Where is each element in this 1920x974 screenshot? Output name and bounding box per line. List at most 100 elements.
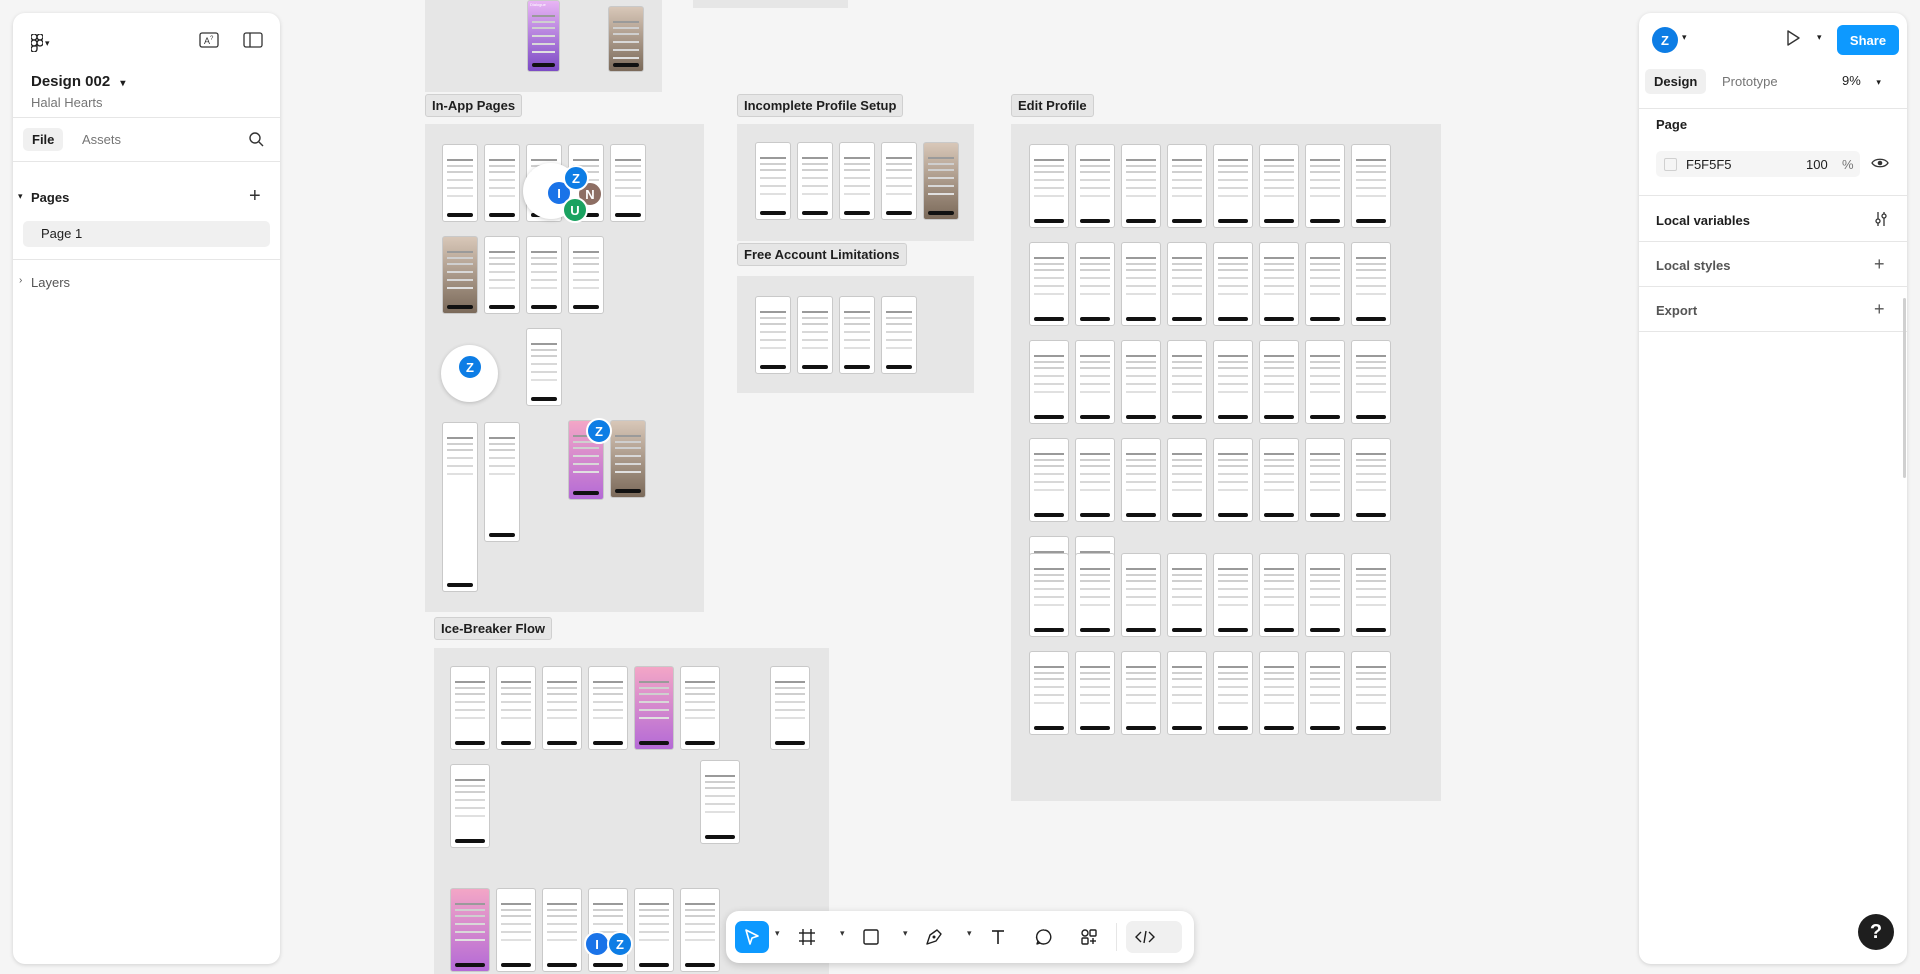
move-tool[interactable] — [735, 921, 769, 953]
help-button[interactable]: ? — [1858, 914, 1894, 950]
main-menu-button[interactable]: ▾ — [31, 31, 61, 55]
collaborator-avatar[interactable]: U — [562, 197, 588, 223]
search-button[interactable] — [243, 128, 269, 150]
variables-button[interactable] — [1873, 211, 1889, 232]
pen-tool[interactable] — [917, 921, 951, 953]
screen-frame[interactable] — [1121, 651, 1161, 735]
chevron-down-icon[interactable]: ▾ — [775, 928, 780, 939]
screen-frame[interactable] — [526, 236, 562, 314]
screen-frame[interactable] — [1167, 553, 1207, 637]
screen-frame[interactable] — [1029, 144, 1069, 228]
layers-title[interactable]: Layers — [31, 275, 70, 290]
screen-frame[interactable] — [450, 764, 490, 848]
screen-frame[interactable] — [1167, 242, 1207, 326]
screen-frame[interactable] — [1305, 651, 1345, 735]
opacity-input[interactable]: 100 — [1806, 157, 1828, 172]
screen-frame[interactable] — [1029, 340, 1069, 424]
text-tool[interactable] — [981, 921, 1015, 953]
screen-frame[interactable] — [770, 666, 810, 750]
screen-frame[interactable] — [1259, 438, 1299, 522]
color-hex-input[interactable]: F5F5F5 — [1686, 157, 1732, 172]
screen-frame[interactable] — [526, 328, 562, 406]
tab-design[interactable]: Design — [1645, 69, 1707, 94]
screen-frame[interactable] — [1259, 340, 1299, 424]
shape-tool[interactable] — [854, 921, 888, 953]
section-top-partial-2[interactable] — [693, 0, 848, 8]
screen-frame[interactable] — [1351, 438, 1391, 522]
share-button[interactable]: Share — [1837, 25, 1899, 55]
screen-frame[interactable] — [496, 666, 536, 750]
screen-frame[interactable] — [797, 296, 833, 374]
screen-frame[interactable] — [442, 422, 478, 592]
add-style-button[interactable]: + — [1874, 255, 1885, 273]
screen-frame[interactable] — [1167, 438, 1207, 522]
chevron-down-icon[interactable]: ▾ — [903, 928, 908, 939]
screen-frame[interactable] — [1305, 553, 1345, 637]
screen-frame[interactable] — [1213, 651, 1253, 735]
screen-frame[interactable] — [1305, 144, 1345, 228]
screen-frame[interactable] — [1029, 553, 1069, 637]
section-label[interactable]: Free Account Limitations — [737, 243, 907, 266]
screen-frame[interactable] — [496, 888, 536, 972]
local-variables-title[interactable]: Local variables — [1656, 213, 1750, 228]
screen-frame[interactable] — [1121, 438, 1161, 522]
zoom-dropdown[interactable]: 9% ▾ — [1842, 73, 1881, 88]
visibility-toggle[interactable] — [1871, 156, 1889, 175]
screen-frame[interactable] — [1259, 553, 1299, 637]
chevron-down-icon[interactable]: ▾ — [18, 191, 23, 202]
screen-frame[interactable] — [881, 142, 917, 220]
tab-assets[interactable]: Assets — [73, 128, 130, 151]
toggle-sidebar-button[interactable] — [240, 29, 266, 51]
screen-frame[interactable] — [1305, 340, 1345, 424]
screen-frame[interactable] — [1259, 242, 1299, 326]
screen-frame[interactable] — [1075, 651, 1115, 735]
screen-frame[interactable] — [1213, 242, 1253, 326]
screen-frame[interactable] — [542, 666, 582, 750]
screen-frame[interactable] — [680, 888, 720, 972]
add-page-button[interactable]: + — [249, 185, 261, 208]
screen-frame[interactable] — [588, 666, 628, 750]
section-label[interactable]: In-App Pages — [425, 94, 523, 117]
chevron-down-icon[interactable]: ▾ — [1682, 32, 1687, 43]
screen-frame[interactable] — [1259, 144, 1299, 228]
screen-frame[interactable] — [1259, 651, 1299, 735]
screen-frame[interactable] — [1075, 340, 1115, 424]
screen-frame[interactable] — [484, 144, 520, 222]
screen-frame[interactable] — [1351, 144, 1391, 228]
screen-frame[interactable] — [1121, 340, 1161, 424]
screen-frame[interactable] — [1305, 438, 1345, 522]
file-name-button[interactable]: Design 002 ▾ — [31, 73, 125, 90]
comment-tool[interactable] — [1027, 921, 1061, 953]
screen-frame[interactable] — [484, 236, 520, 314]
screen-frame[interactable] — [1213, 340, 1253, 424]
ai-text-button[interactable]: A ? — [196, 29, 222, 51]
pages-title[interactable]: Pages — [31, 190, 69, 205]
present-button[interactable] — [1785, 29, 1801, 52]
project-name[interactable]: Halal Hearts — [31, 95, 103, 110]
screen-frame[interactable] — [797, 142, 833, 220]
screen-frame[interactable] — [700, 760, 740, 844]
collaborator-avatar[interactable]: Z — [607, 931, 633, 957]
screen-frame[interactable] — [1075, 242, 1115, 326]
frame-tool[interactable] — [790, 921, 824, 953]
screen-frame[interactable] — [634, 666, 674, 750]
add-export-button[interactable]: + — [1874, 300, 1885, 318]
screen-frame[interactable] — [1167, 144, 1207, 228]
screen-frame[interactable] — [1075, 438, 1115, 522]
section-label[interactable]: Incomplete Profile Setup — [737, 94, 904, 117]
chevron-down-icon[interactable]: ▾ — [1817, 32, 1822, 43]
screen-frame[interactable] — [1075, 553, 1115, 637]
design-canvas[interactable]: Dialogue In-App Pages Z I N U Z Z Incomp… — [0, 0, 1920, 974]
scrollbar[interactable] — [1903, 298, 1906, 478]
screen-frame[interactable] — [1121, 553, 1161, 637]
chevron-down-icon[interactable]: ▾ — [967, 928, 972, 939]
color-swatch[interactable] — [1664, 158, 1677, 171]
screen-frame[interactable] — [450, 888, 490, 972]
chevron-down-icon[interactable]: ▾ — [840, 928, 845, 939]
screen-frame[interactable] — [634, 888, 674, 972]
tab-file[interactable]: File — [23, 128, 64, 151]
screen-frame[interactable] — [1029, 242, 1069, 326]
screen-frame[interactable] — [610, 420, 646, 498]
screen-frame[interactable] — [1121, 242, 1161, 326]
screen-frame[interactable] — [527, 0, 560, 72]
